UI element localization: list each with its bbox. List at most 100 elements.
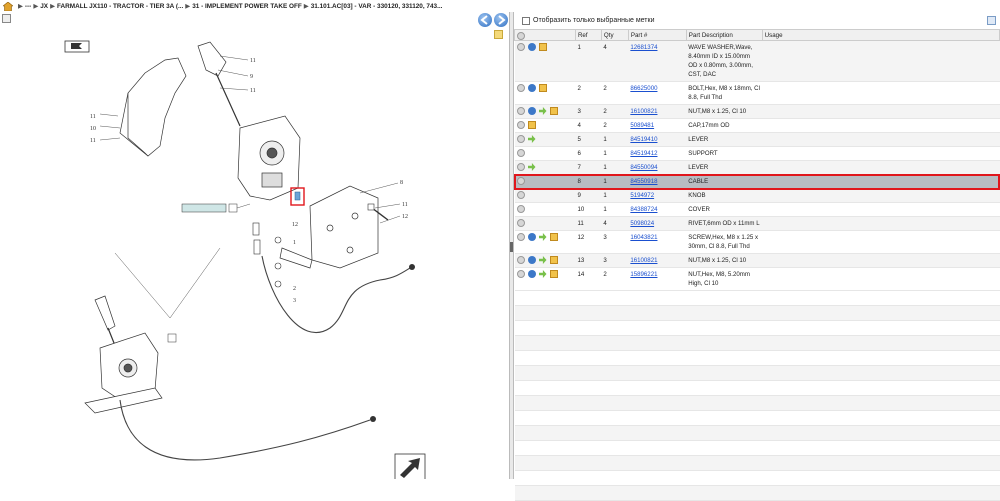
select-icon[interactable] — [516, 191, 525, 199]
part-number-link[interactable]: 5194972 — [630, 192, 654, 199]
column-header-description[interactable]: Part Description — [685, 29, 763, 41]
package-icon[interactable] — [549, 107, 558, 115]
callout-label[interactable]: 10 — [90, 126, 96, 132]
show-selected-only-checkbox[interactable] — [522, 16, 530, 25]
table-row[interactable]: 9 1 5194972 KNOB — [514, 188, 1000, 203]
select-icon[interactable] — [516, 107, 525, 115]
flag-icon[interactable] — [64, 40, 90, 53]
callout-label[interactable]: 1 — [293, 240, 296, 246]
table-row[interactable]: 2 2 86625000 BOLT,Hex, M8 x 18mm, Cl 8.8, F… — [514, 81, 1000, 105]
info-icon[interactable] — [527, 43, 536, 51]
select-icon[interactable] — [516, 163, 525, 171]
breadcrumb-item[interactable]: ▶ 31.101.AC[03] - VAR - 330120, 331120, 7… — [302, 2, 443, 10]
cable-end-part[interactable] — [253, 239, 261, 255]
callout-label[interactable]: 3 — [293, 298, 296, 304]
part-number-link[interactable]: 15896221 — [630, 271, 657, 278]
nut-part[interactable] — [274, 262, 282, 270]
package-icon[interactable] — [549, 270, 558, 278]
lower-cable-part[interactable] — [119, 399, 371, 461]
table-row[interactable]: 5 1 84519410 LEVER — [514, 132, 1000, 147]
part-number-link[interactable]: 16043821 — [630, 234, 657, 241]
column-header-ref[interactable]: Ref — [574, 29, 602, 41]
select-all-icon[interactable] — [517, 31, 525, 40]
part-number-link[interactable]: 5098024 — [630, 220, 654, 227]
callout-box[interactable] — [167, 333, 177, 343]
callout-label[interactable]: 12 — [402, 214, 408, 220]
callout-label[interactable]: 8 — [400, 180, 403, 186]
replacement-arrow-icon[interactable] — [538, 270, 547, 278]
previous-diagram-button[interactable] — [478, 13, 492, 27]
info-icon[interactable] — [527, 84, 536, 92]
scroll-up-button[interactable] — [2, 14, 11, 23]
package-icon[interactable] — [538, 43, 547, 51]
info-icon[interactable] — [527, 107, 536, 115]
info-icon[interactable] — [527, 256, 536, 264]
breadcrumb-item[interactable]: ▶ JX — [31, 2, 48, 10]
column-header-qty[interactable]: Qty — [600, 29, 629, 41]
table-row[interactable]: 13 3 16100821 NUT,M8 x 1.25, Cl 10 — [514, 253, 1000, 268]
table-row[interactable]: 12 3 16043821 SCREW,Hex, M8 x 1.25 x 30mm, … — [514, 230, 1000, 254]
callout-label[interactable]: 11 — [402, 202, 408, 208]
part-number-link[interactable]: 84550918 — [630, 178, 657, 185]
select-icon[interactable] — [516, 121, 525, 129]
part-number-link[interactable]: 86625000 — [630, 85, 657, 92]
part-number-link[interactable]: 16100821 — [630, 257, 657, 264]
table-row[interactable]: 6 1 84519412 SUPPORT — [514, 146, 1000, 161]
table-row[interactable]: 1 4 12681374 WAVE WASHER,Wave, 8.40mm ID x … — [514, 40, 1000, 82]
select-icon[interactable] — [516, 43, 525, 51]
select-icon[interactable] — [516, 256, 525, 264]
replacement-arrow-icon[interactable] — [538, 233, 547, 241]
replacement-arrow-icon[interactable] — [527, 163, 536, 171]
guard-part[interactable] — [119, 57, 187, 157]
select-icon[interactable] — [516, 149, 525, 157]
export-icon[interactable] — [987, 16, 996, 25]
table-row[interactable]: 8 1 84550918 CABLE — [514, 174, 1000, 189]
callout-label[interactable]: 11 — [250, 88, 256, 94]
select-icon[interactable] — [516, 135, 525, 143]
info-icon[interactable] — [527, 233, 536, 241]
highlighted-callout-8[interactable] — [290, 187, 305, 206]
replacement-arrow-icon[interactable] — [527, 135, 536, 143]
package-icon[interactable] — [549, 256, 558, 264]
replacement-arrow-icon[interactable] — [538, 256, 547, 264]
next-page-arrow-icon[interactable] — [394, 453, 426, 479]
select-icon[interactable] — [516, 233, 525, 241]
select-icon[interactable] — [516, 219, 525, 227]
table-row[interactable]: 10 1 84388724 COVER — [514, 202, 1000, 217]
home-icon[interactable] — [3, 1, 13, 11]
callout-label[interactable]: 11 — [250, 58, 256, 64]
next-diagram-button[interactable] — [494, 13, 508, 27]
part-number-link[interactable]: 84550094 — [630, 164, 657, 171]
package-icon[interactable] — [527, 121, 536, 129]
callout-label[interactable]: 2 — [293, 286, 296, 292]
callout-label[interactable]: 12 — [292, 222, 298, 228]
select-icon[interactable] — [516, 270, 525, 278]
splitter-grip-icon[interactable] — [510, 242, 513, 252]
column-header-part[interactable]: Part # — [627, 29, 687, 41]
callout-label[interactable]: 11 — [90, 114, 96, 120]
table-row[interactable]: 11 4 5098024 RIVET,6mm OD x 11mm L — [514, 216, 1000, 231]
table-row[interactable]: 7 1 84550094 LEVER — [514, 160, 1000, 175]
column-header-usage[interactable]: Usage — [761, 29, 1000, 41]
part-number-link[interactable]: 84519410 — [630, 136, 657, 143]
table-row[interactable]: 3 2 16100821 NUT,M8 x 1.25, Cl 10 — [514, 104, 1000, 119]
cable-part[interactable] — [261, 255, 411, 334]
package-icon[interactable] — [549, 233, 558, 241]
part-number-link[interactable]: 84388724 — [630, 206, 657, 213]
select-icon[interactable] — [516, 177, 525, 185]
replacement-arrow-icon[interactable] — [538, 107, 547, 115]
select-icon[interactable] — [516, 205, 525, 213]
part-number-link[interactable]: 5089481 — [630, 122, 654, 129]
table-row[interactable]: 14 2 15896221 NUT,Hex, M8, 5.20mm High, Cl … — [514, 267, 1000, 291]
select-icon[interactable] — [516, 84, 525, 92]
nut-part[interactable] — [274, 280, 282, 288]
washer-part[interactable] — [274, 236, 282, 244]
part-number-link[interactable]: 16100821 — [630, 108, 657, 115]
package-icon[interactable] — [538, 84, 547, 92]
breadcrumb-item[interactable]: ▶ FARMALL JX110 - TRACTOR - TIER 3A (... — [48, 2, 183, 10]
table-row[interactable]: 4 2 5089481 CAP,17mm OD — [514, 118, 1000, 133]
callout-label[interactable]: 9 — [250, 74, 253, 80]
lower-lever-assembly[interactable] — [84, 295, 163, 414]
part-number-link[interactable]: 84519412 — [630, 150, 657, 157]
info-icon[interactable] — [527, 270, 536, 278]
